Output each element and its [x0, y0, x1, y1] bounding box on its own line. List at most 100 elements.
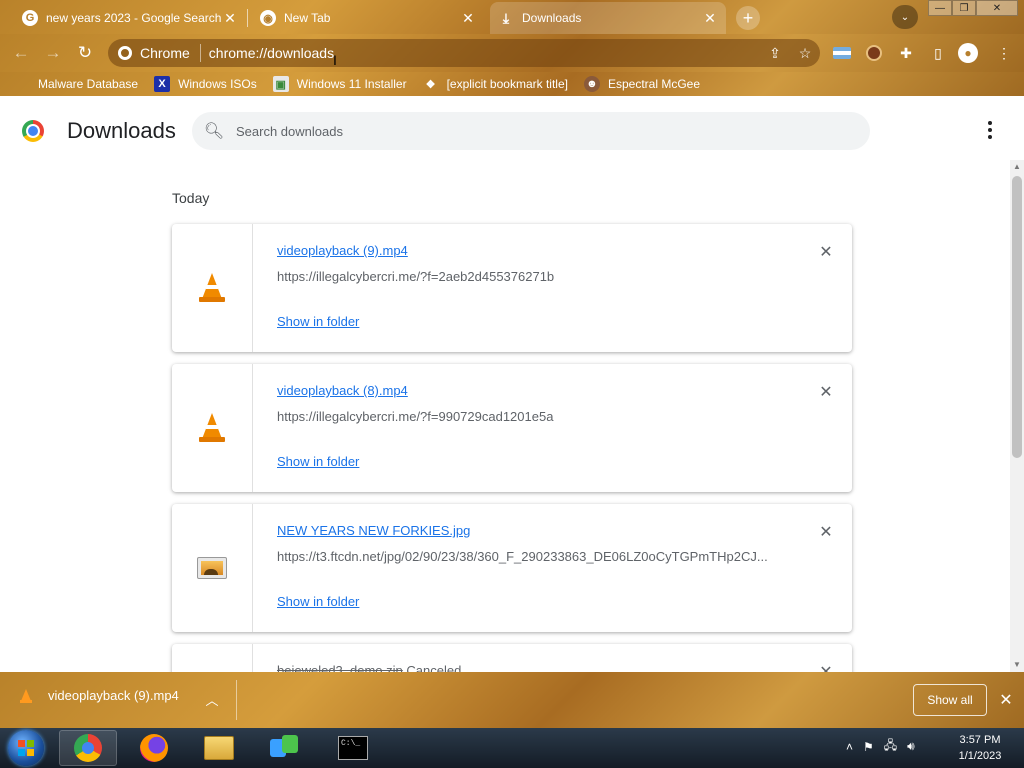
close-tab-icon[interactable]: ✕: [702, 10, 718, 27]
bookmark-label: Malware Database: [38, 77, 139, 91]
avatar-icon: ☻: [583, 76, 600, 92]
shelf-download-item[interactable]: videoplayback (9).mp4: [20, 688, 179, 703]
forward-button[interactable]: →: [42, 42, 64, 64]
extensions-puzzle-icon[interactable]: ✚: [896, 43, 916, 63]
search-input[interactable]: [236, 123, 796, 139]
file-icon-column: [172, 224, 253, 352]
browser-toolbar: ← → ↻ Chrome chrome://downloads ⇪ ☆ ✚ ▯ …: [0, 34, 1024, 72]
back-button[interactable]: ←: [10, 42, 32, 64]
command-prompt-icon: C:\_: [338, 736, 368, 760]
chrome-icon: [74, 734, 102, 762]
download-item: videoplayback (9).mp4 https://illegalcyb…: [172, 224, 852, 352]
restore-button[interactable]: ❐: [952, 0, 976, 16]
close-window-button[interactable]: ✕: [976, 0, 1018, 16]
close-tab-icon[interactable]: ✕: [460, 10, 476, 27]
chrome-icon: [118, 46, 132, 60]
bookmark-label: [explicit bookmark title]: [446, 77, 568, 91]
bookmark-malware-database[interactable]: Malware Database: [14, 77, 138, 91]
bookmarks-bar: Malware Database X Windows ISOs ▣ Window…: [0, 72, 1024, 96]
bookmark-windows-11-installer[interactable]: ▣ Windows 11 Installer: [272, 76, 407, 92]
chrome-menu-icon[interactable]: ⋮: [994, 43, 1014, 63]
scrollbar-thumb[interactable]: [1012, 176, 1022, 458]
scroll-up-icon[interactable]: ▲: [1013, 162, 1021, 171]
shelf-divider: [236, 680, 237, 720]
chrome-logo-icon: [22, 120, 44, 142]
remove-from-list-icon[interactable]: ✕: [816, 522, 836, 542]
taskbar-network-app[interactable]: [256, 730, 314, 766]
bookmark-windows-isos[interactable]: X Windows ISOs: [154, 76, 257, 92]
taskbar-command-prompt[interactable]: C:\_: [324, 730, 382, 766]
downloads-header: Downloads 🔍︎: [0, 104, 1024, 160]
scroll-down-icon[interactable]: ▼: [1013, 660, 1021, 669]
system-clock[interactable]: 3:57 PM 1/1/2023: [944, 732, 1016, 764]
shelf-item-name: videoplayback (9).mp4: [48, 688, 179, 703]
download-status: bejeweled3_demo.zip Canceled: [277, 663, 461, 672]
download-item: videoplayback (8).mp4 https://illegalcyb…: [172, 364, 852, 492]
new-tab-button[interactable]: +: [736, 6, 760, 30]
start-button[interactable]: [8, 730, 44, 766]
download-source-url[interactable]: https://illegalcybercri.me/?f=990729cad1…: [277, 409, 777, 424]
taskbar-firefox[interactable]: [125, 730, 183, 766]
taskbar-file-explorer[interactable]: [190, 730, 248, 766]
close-shelf-icon[interactable]: ✕: [996, 690, 1016, 710]
show-in-folder-link[interactable]: Show in folder: [277, 594, 359, 609]
date-section-label: Today: [172, 190, 210, 206]
clock-time: 3:57 PM: [959, 734, 1001, 746]
download-filename-link[interactable]: NEW YEARS NEW FORKIES.jpg: [277, 523, 470, 538]
system-tray: ˄ ⚑ 🖧︎ 🔊︎: [846, 736, 915, 757]
site-chip[interactable]: Chrome: [108, 44, 201, 62]
action-center-flag-icon[interactable]: ⚑: [863, 740, 874, 754]
show-all-button[interactable]: Show all: [913, 684, 987, 716]
remove-from-list-icon[interactable]: ✕: [816, 382, 836, 402]
windows-logo-icon: [18, 740, 34, 756]
show-hidden-icons-icon[interactable]: ˄: [846, 740, 853, 754]
volume-icon[interactable]: 🔊︎: [907, 739, 915, 754]
tab-strip: G new years 2023 - Google Search ✕ ◉ New…: [0, 0, 1024, 34]
bookmark-star-icon[interactable]: ☆: [790, 45, 820, 62]
show-in-folder-link[interactable]: Show in folder: [277, 454, 359, 469]
extension-avatar-icon[interactable]: [864, 43, 884, 63]
address-bar[interactable]: Chrome chrome://downloads ⇪ ☆: [108, 39, 820, 67]
address-text[interactable]: chrome://downloads: [201, 45, 760, 61]
downloads-list: Today videoplayback (9).mp4 https://ille…: [0, 160, 1024, 672]
share-icon[interactable]: ⇪: [760, 45, 790, 62]
bookmark-item-4[interactable]: ❖ [explicit bookmark title]: [423, 76, 568, 92]
profile-icon[interactable]: ●: [958, 43, 978, 63]
vlc-cone-icon: [199, 273, 225, 303]
reload-button[interactable]: ↻: [74, 42, 96, 64]
more-actions-icon[interactable]: [978, 118, 1002, 142]
bookmark-espectral-mcgee[interactable]: ☻ Espectral McGee: [583, 76, 701, 92]
extension-flag-icon[interactable]: [832, 43, 852, 63]
download-source-url[interactable]: https://t3.ftcdn.net/jpg/02/90/23/38/360…: [277, 549, 777, 564]
side-panel-icon[interactable]: ▯: [928, 43, 948, 63]
download-filename-link[interactable]: videoplayback (8).mp4: [277, 383, 408, 398]
tab-search-button[interactable]: ⌄: [892, 5, 918, 29]
download-filename-link[interactable]: videoplayback (9).mp4: [277, 243, 408, 258]
remove-from-list-icon[interactable]: ✕: [816, 242, 836, 262]
show-in-folder-link[interactable]: Show in folder: [277, 314, 359, 329]
file-icon-column: [172, 644, 253, 672]
canceled-status-label: Canceled: [406, 663, 462, 672]
download-item-canceled: bejeweled3_demo.zip Canceled ✕: [172, 644, 852, 672]
tab-new-tab[interactable]: ◉ New Tab ✕: [252, 2, 484, 34]
bookmark-label: Windows ISOs: [178, 77, 257, 91]
chrome-icon: ◉: [260, 10, 276, 26]
tab-title: Downloads: [522, 11, 582, 25]
network-icon[interactable]: 🖧︎: [884, 736, 897, 757]
close-tab-icon[interactable]: ✕: [222, 10, 238, 27]
taskbar-chrome[interactable]: [59, 730, 117, 766]
minimize-button[interactable]: —: [928, 0, 952, 16]
tab-google-search[interactable]: G new years 2023 - Google Search ✕: [14, 2, 246, 34]
page-title: Downloads: [67, 118, 176, 143]
remove-from-list-icon[interactable]: ✕: [816, 662, 836, 672]
search-bar[interactable]: 🔍︎: [192, 112, 870, 150]
google-icon: G: [22, 10, 38, 26]
page-scrollbar[interactable]: ▲ ▼: [1010, 160, 1024, 672]
chevron-up-icon[interactable]: ︿: [202, 690, 222, 709]
download-source-url[interactable]: https://illegalcybercri.me/?f=2aeb2d4553…: [277, 269, 777, 284]
download-filename[interactable]: bejeweled3_demo.zip: [277, 663, 403, 672]
bookmark-label: Espectral McGee: [607, 77, 701, 91]
tab-downloads[interactable]: ⤓ Downloads ✕: [490, 2, 726, 34]
vlc-cone-icon: [20, 688, 32, 703]
download-shelf: videoplayback (9).mp4 ︿ Show all ✕: [0, 672, 1024, 728]
